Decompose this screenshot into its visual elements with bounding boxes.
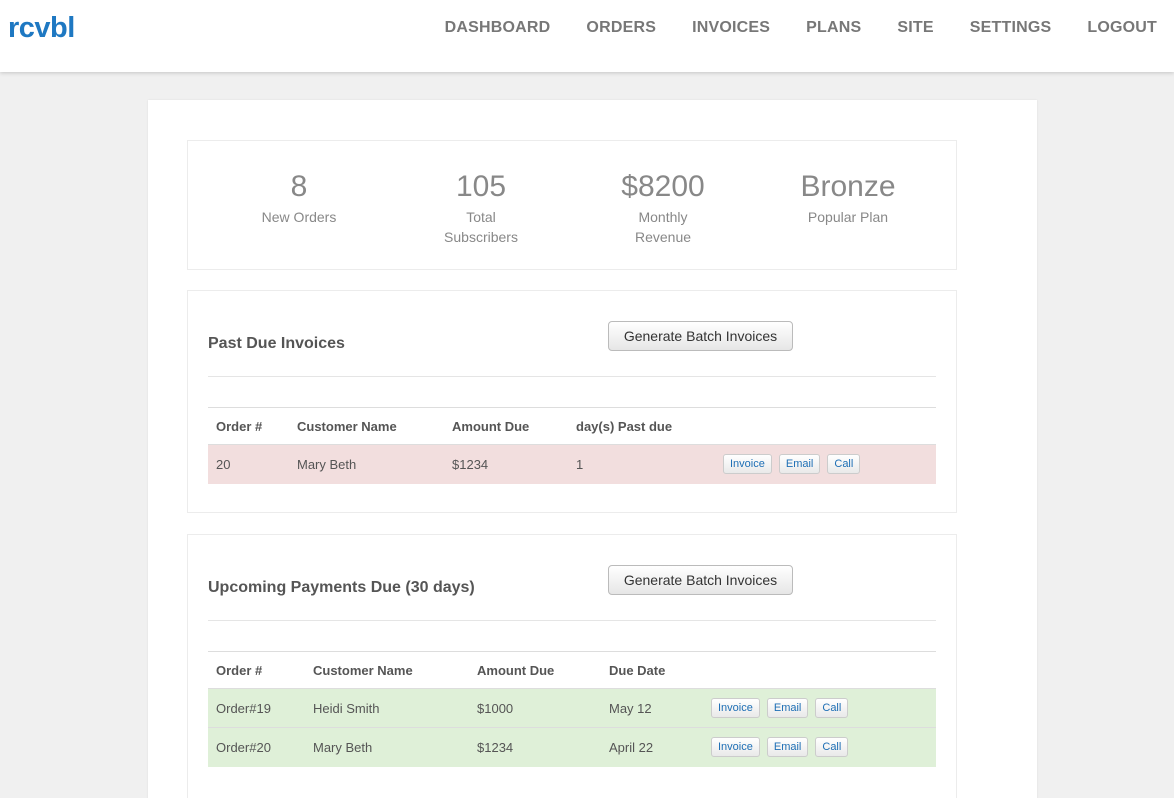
customer-name: Mary Beth <box>289 444 444 484</box>
column-header: Order # <box>208 407 289 445</box>
column-header: Order # <box>208 651 305 689</box>
invoice-button[interactable]: Invoice <box>711 698 760 718</box>
column-header: Amount Due <box>444 407 568 445</box>
nav-logout[interactable]: LOGOUT <box>1087 19 1157 37</box>
column-header: Customer Name <box>289 407 444 445</box>
column-header: Customer Name <box>305 651 469 689</box>
generate-batch-invoices-button[interactable]: Generate Batch Invoices <box>608 321 793 351</box>
invoice-button[interactable]: Invoice <box>711 737 760 758</box>
table-row: Order#20 Mary Beth $1234 April 22 Invoic… <box>208 727 936 767</box>
nav-site[interactable]: SITE <box>897 19 933 37</box>
divider <box>208 376 936 377</box>
due-date: May 12 <box>601 688 703 728</box>
table-row: Order#19 Heidi Smith $1000 May 12 Invoic… <box>208 688 936 728</box>
call-button[interactable]: Call <box>815 737 849 758</box>
order-number: Order#19 <box>208 688 305 728</box>
email-button[interactable]: Email <box>778 454 821 475</box>
call-button[interactable]: Call <box>827 454 861 475</box>
upcoming-payments-panel: Upcoming Payments Due (30 days) Generate… <box>187 534 957 798</box>
stats-panel: 8 New Orders 105 Total Subscribers $8200… <box>187 140 957 270</box>
nav-settings[interactable]: SETTINGS <box>970 19 1052 37</box>
row-actions: Invoice Email Call <box>715 444 936 484</box>
nav-plans[interactable]: PLANS <box>806 19 861 37</box>
column-header: Due Date <box>601 651 703 689</box>
nav-dashboard[interactable]: DASHBOARD <box>445 19 551 37</box>
brand-logo[interactable]: rcvbl <box>8 12 75 45</box>
top-navbar: rcvbl DASHBOARD ORDERS INVOICES PLANS SI… <box>0 0 1174 72</box>
row-actions: Invoice Email Call <box>703 688 936 728</box>
stat-popular-plan: Bronze Popular Plan <box>768 169 928 227</box>
call-button[interactable]: Call <box>815 698 849 718</box>
generate-batch-invoices-button[interactable]: Generate Batch Invoices <box>608 565 793 595</box>
past-due-table: Order # Customer Name Amount Due day(s) … <box>208 407 936 484</box>
email-button[interactable]: Email <box>766 737 809 758</box>
column-header: Amount Due <box>469 651 601 689</box>
order-number: Order#20 <box>208 727 305 767</box>
stat-monthly-revenue: $8200 Monthly Revenue <box>583 169 743 247</box>
column-header-actions <box>703 651 936 689</box>
stat-label: Total Subscribers <box>444 209 518 245</box>
due-date: April 22 <box>601 727 703 767</box>
stat-value: 105 <box>455 170 507 203</box>
dashboard-card: 8 New Orders 105 Total Subscribers $8200… <box>148 100 1037 798</box>
column-header: day(s) Past due <box>568 407 715 445</box>
upcoming-payments-table: Order # Customer Name Amount Due Due Dat… <box>208 651 936 767</box>
order-number: 20 <box>208 444 289 484</box>
stat-value: $8200 <box>621 170 705 203</box>
divider <box>208 620 936 621</box>
amount-due: $1234 <box>444 444 568 484</box>
stat-label: New Orders <box>261 209 337 225</box>
customer-name: Heidi Smith <box>305 688 469 728</box>
stat-new-orders: 8 New Orders <box>219 169 379 227</box>
stat-value: Bronze <box>800 170 896 203</box>
stat-label: Monthly Revenue <box>634 209 692 245</box>
stat-total-subscribers: 105 Total Subscribers <box>401 169 561 247</box>
section-title: Past Due Invoices <box>208 335 345 352</box>
stat-label: Popular Plan <box>807 209 889 225</box>
amount-due: $1234 <box>469 727 601 767</box>
main-nav: DASHBOARD ORDERS INVOICES PLANS SITE SET… <box>409 19 1157 37</box>
invoice-button[interactable]: Invoice <box>723 454 772 475</box>
row-actions: Invoice Email Call <box>703 727 936 767</box>
stat-value: 8 <box>290 170 308 203</box>
customer-name: Mary Beth <box>305 727 469 767</box>
days-past-due: 1 <box>568 444 715 484</box>
column-header-actions <box>715 407 936 445</box>
past-due-panel: Past Due Invoices Generate Batch Invoice… <box>187 290 957 513</box>
email-button[interactable]: Email <box>766 698 809 718</box>
amount-due: $1000 <box>469 688 601 728</box>
nav-invoices[interactable]: INVOICES <box>692 19 770 37</box>
nav-orders[interactable]: ORDERS <box>586 19 656 37</box>
section-title: Upcoming Payments Due (30 days) <box>208 579 475 596</box>
table-row: 20 Mary Beth $1234 1 Invoice Email Call <box>208 444 936 484</box>
